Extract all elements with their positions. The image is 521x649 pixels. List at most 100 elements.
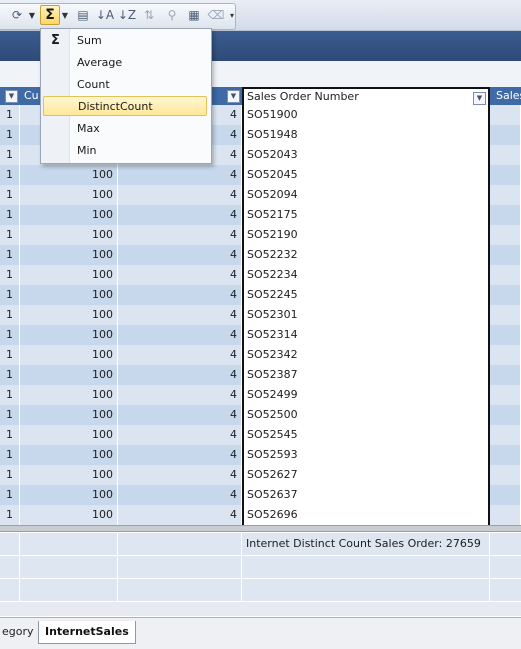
column-header[interactable]: ▼ [0,87,20,105]
table-cell[interactable]: 100 [20,185,118,205]
table-cell[interactable] [490,225,521,245]
table-cell[interactable] [490,105,521,125]
table-cell[interactable]: 4 [118,345,242,365]
tab-internet-sales[interactable]: InternetSales [38,621,136,644]
table-cell[interactable] [490,265,521,285]
menu-item-average[interactable]: Average [43,53,207,73]
table-cell[interactable]: 4 [118,505,242,525]
menu-item-sum[interactable]: Σ Sum [43,31,207,51]
table-cell[interactable]: 4 [118,425,242,445]
table-cell[interactable]: 4 [118,265,242,285]
sort-ascending-icon[interactable]: ↓A [96,6,114,24]
sales-order-number-cell[interactable]: SO52043 [242,145,490,165]
table-cell[interactable]: 100 [20,245,118,265]
table-cell[interactable]: 4 [118,485,242,505]
table-cell[interactable]: 1 [0,485,20,505]
sort-descending-icon[interactable]: ↓Z [118,6,136,24]
table-cell[interactable]: 100 [20,385,118,405]
column-header[interactable]: Sales [490,87,521,105]
measure-cell[interactable] [20,556,118,578]
table-cell[interactable] [490,405,521,425]
table-cell[interactable]: 100 [20,205,118,225]
overflow-icon[interactable]: ▾ [228,6,236,24]
table-cell[interactable] [490,465,521,485]
table-cell[interactable]: 1 [0,305,20,325]
table-cell[interactable]: 1 [0,465,20,485]
clear-filter-icon[interactable]: ⌫ [207,6,225,24]
table-cell[interactable] [490,325,521,345]
table-cell[interactable] [490,505,521,525]
table-cell[interactable]: 100 [20,325,118,345]
measure-cell[interactable] [0,533,20,555]
sales-order-number-cell[interactable]: SO52342 [242,345,490,365]
table-cell[interactable] [490,385,521,405]
table-cell[interactable] [490,205,521,225]
table-cell[interactable]: 4 [118,465,242,485]
chevron-down-icon[interactable]: ▼ [227,90,240,103]
refresh-icon[interactable]: ⟳ [8,6,26,24]
chevron-down-icon[interactable]: ▼ [5,90,18,103]
chevron-down-icon[interactable]: ▼ [28,6,36,24]
table-cell[interactable]: 100 [20,345,118,365]
sales-order-number-cell[interactable]: SO52500 [242,405,490,425]
table-cell[interactable] [490,425,521,445]
sales-order-number-cell[interactable]: SO52314 [242,325,490,345]
table-cell[interactable]: 1 [0,285,20,305]
table-cell[interactable] [490,445,521,465]
table-cell[interactable]: 100 [20,485,118,505]
column-header-sales-order-number[interactable]: Sales Order Number ▼ [242,87,490,105]
table-cell[interactable] [490,185,521,205]
table-cell[interactable] [490,245,521,265]
grid-icon[interactable]: ▦ [185,6,203,24]
tab-category[interactable]: egory [0,621,41,643]
table-cell[interactable]: 1 [0,145,20,165]
table-cell[interactable]: 100 [20,285,118,305]
table-cell[interactable]: 4 [118,365,242,385]
table-cell[interactable] [490,285,521,305]
filter-icon[interactable]: ⚲ [163,6,181,24]
chevron-down-icon[interactable]: ▼ [61,6,69,24]
table-cell[interactable]: 100 [20,225,118,245]
table-cell[interactable] [490,345,521,365]
table-icon[interactable]: ▤ [74,6,92,24]
sales-order-number-cell[interactable]: SO52094 [242,185,490,205]
sales-order-number-cell[interactable]: SO52175 [242,205,490,225]
sales-order-number-cell[interactable]: SO51900 [242,105,490,125]
menu-item-count[interactable]: Count [43,75,207,95]
table-cell[interactable] [490,365,521,385]
sales-order-number-cell[interactable]: SO52245 [242,285,490,305]
table-cell[interactable]: 1 [0,185,20,205]
table-cell[interactable] [490,305,521,325]
table-cell[interactable]: 4 [118,325,242,345]
sales-order-number-cell[interactable]: SO52234 [242,265,490,285]
measure-cell[interactable] [0,556,20,578]
table-cell[interactable]: 1 [0,125,20,145]
measure-cell[interactable] [118,533,242,555]
clear-sort-icon[interactable]: ⇅ [140,6,158,24]
sales-order-number-cell[interactable]: SO52499 [242,385,490,405]
sales-order-number-cell[interactable]: SO52627 [242,465,490,485]
table-cell[interactable]: 100 [20,265,118,285]
table-cell[interactable]: 4 [118,445,242,465]
sales-order-number-cell[interactable]: SO52387 [242,365,490,385]
table-cell[interactable]: 1 [0,505,20,525]
table-cell[interactable]: 1 [0,345,20,365]
table-cell[interactable]: 4 [118,305,242,325]
sales-order-number-cell[interactable]: SO52301 [242,305,490,325]
table-cell[interactable]: 1 [0,405,20,425]
menu-item-min[interactable]: Min [43,141,207,161]
table-cell[interactable]: 1 [0,105,20,125]
sales-order-number-cell[interactable]: SO52190 [242,225,490,245]
sales-order-number-cell[interactable]: SO51948 [242,125,490,145]
table-cell[interactable]: 100 [20,305,118,325]
table-cell[interactable]: 1 [0,325,20,345]
table-cell[interactable]: 100 [20,445,118,465]
table-cell[interactable]: 100 [20,425,118,445]
table-cell[interactable]: 1 [0,445,20,465]
table-cell[interactable]: 1 [0,225,20,245]
table-cell[interactable]: 4 [118,225,242,245]
table-cell[interactable]: 100 [20,405,118,425]
measure-cell[interactable] [118,579,242,601]
sales-order-number-cell[interactable]: SO52545 [242,425,490,445]
chevron-down-icon[interactable]: ▼ [473,92,486,105]
